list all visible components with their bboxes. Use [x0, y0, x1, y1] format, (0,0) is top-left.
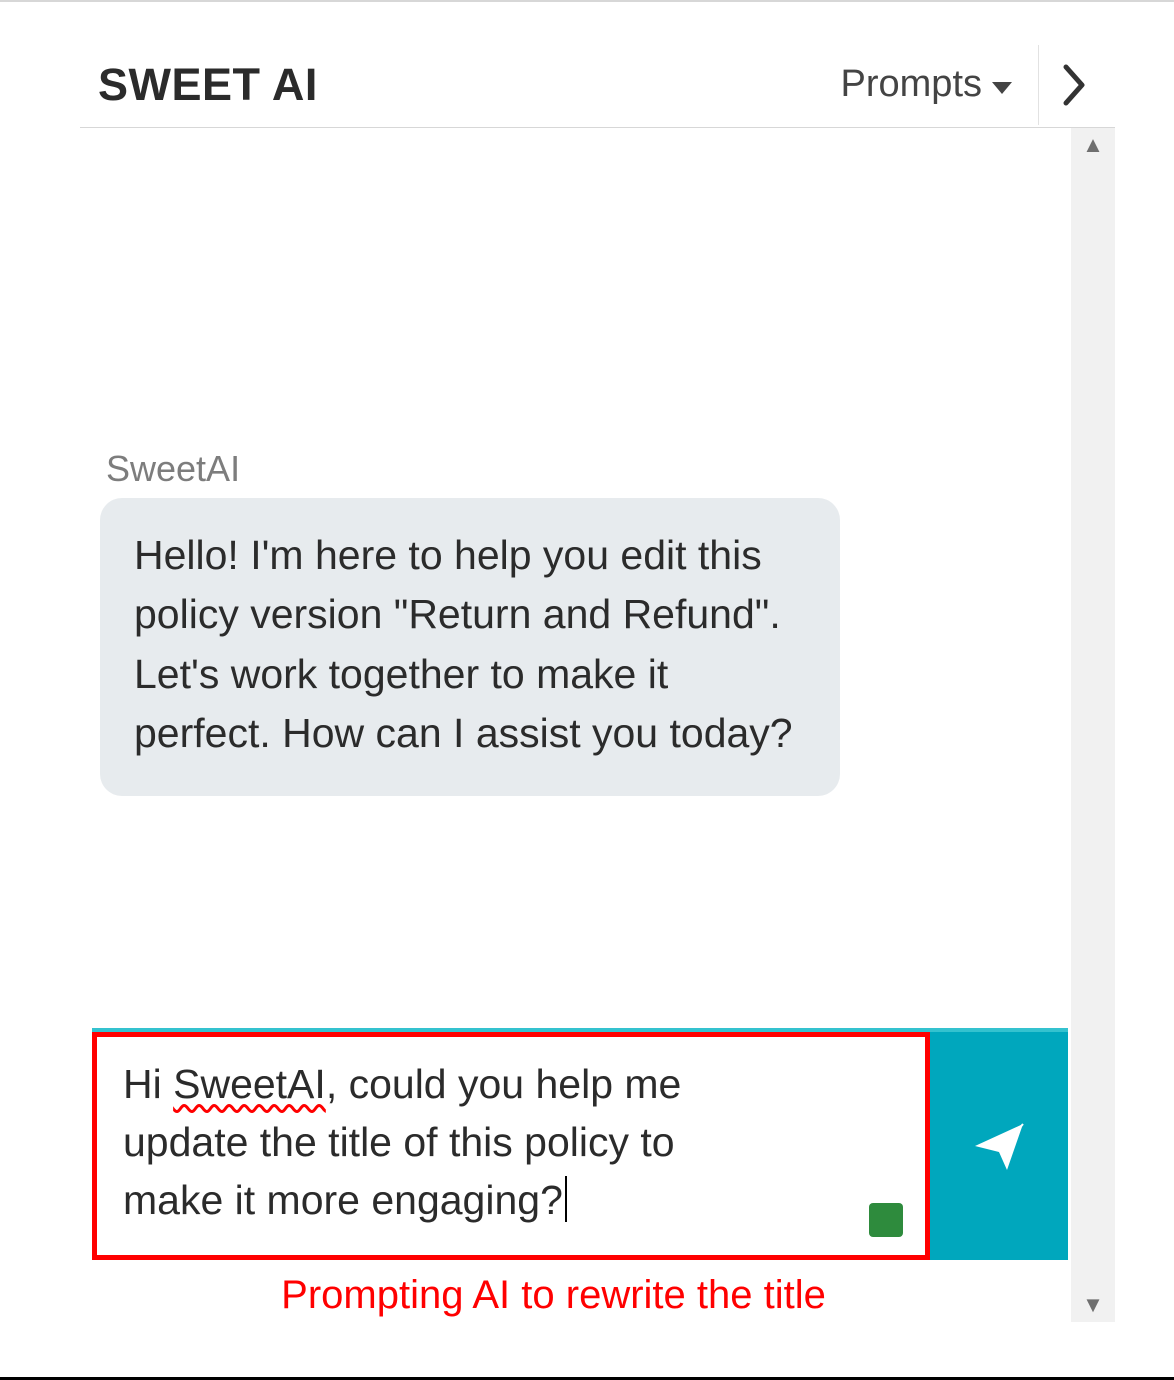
- spellcheck-underline: SweetAI: [173, 1061, 326, 1107]
- vertical-scrollbar[interactable]: ▲ ▼: [1071, 128, 1115, 1322]
- chevron-right-icon: [1060, 63, 1088, 107]
- prompts-label: Prompts: [841, 63, 982, 106]
- prompts-dropdown[interactable]: Prompts: [841, 45, 1039, 125]
- caret-down-icon: [992, 82, 1012, 94]
- paper-plane-icon: [971, 1118, 1027, 1174]
- scroll-down-icon[interactable]: ▼: [1082, 1294, 1104, 1316]
- input-line-3: make it more engaging?: [123, 1171, 895, 1229]
- message-sender: SweetAI: [106, 448, 840, 490]
- input-line-2: update the title of this policy to: [123, 1113, 895, 1171]
- scroll-up-icon[interactable]: ▲: [1082, 134, 1104, 156]
- chat-panel: SWEET AI Prompts SweetAI Hello! I'm here…: [80, 42, 1115, 1322]
- chat-scroll-area[interactable]: SweetAI Hello! I'm here to help you edit…: [80, 128, 1071, 1322]
- input-line-1: Hi SweetAI, could you help me: [123, 1055, 895, 1113]
- panel-header: SWEET AI Prompts: [80, 42, 1115, 128]
- chat-panel-container: SWEET AI Prompts SweetAI Hello! I'm here…: [0, 0, 1174, 1380]
- annotation-caption: Prompting AI to rewrite the title: [80, 1273, 1027, 1318]
- collapse-button[interactable]: [1039, 45, 1109, 125]
- send-button[interactable]: [930, 1032, 1068, 1260]
- ai-message: SweetAI Hello! I'm here to help you edit…: [100, 448, 840, 796]
- grammar-check-indicator[interactable]: [869, 1203, 903, 1237]
- text-cursor: [565, 1176, 567, 1222]
- input-row: Hi SweetAI, could you help me update the…: [92, 1028, 1068, 1260]
- message-input[interactable]: Hi SweetAI, could you help me update the…: [92, 1032, 930, 1260]
- panel-title: SWEET AI: [98, 59, 841, 111]
- message-bubble: Hello! I'm here to help you edit this po…: [100, 498, 840, 796]
